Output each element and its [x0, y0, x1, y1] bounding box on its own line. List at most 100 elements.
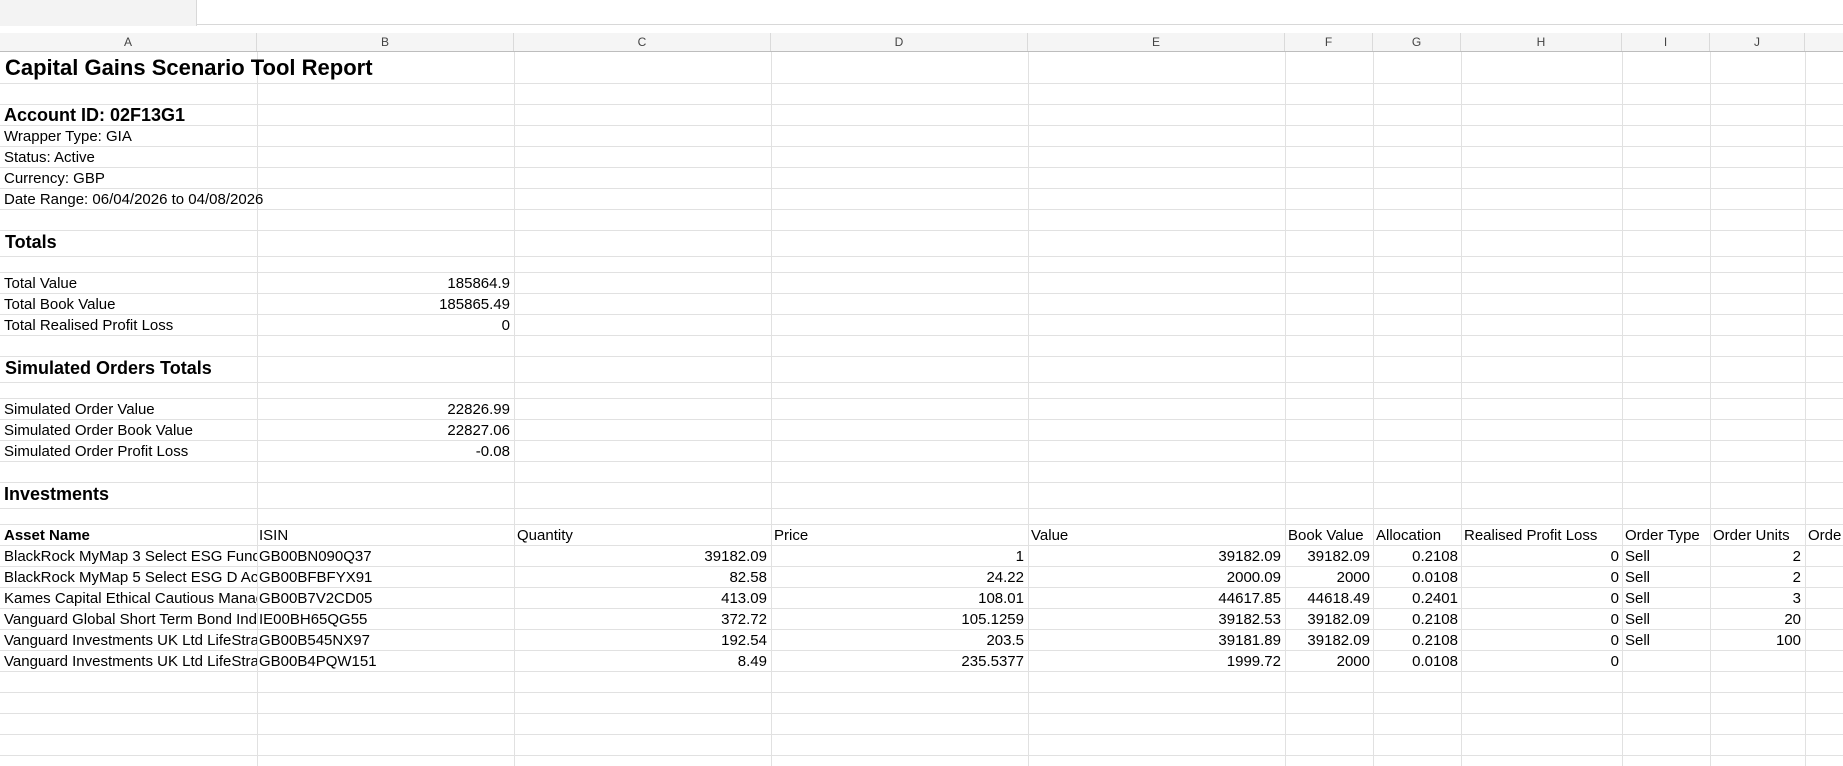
isin: IE00BH65QG55	[259, 611, 368, 628]
account-status: Status: Active	[4, 149, 95, 166]
asset-name: Vanguard Global Short Term Bond Index	[4, 611, 257, 628]
value: 39182.09	[1218, 548, 1281, 565]
asset-name: BlackRock MyMap 3 Select ESG Fund	[4, 548, 257, 565]
allocation: 0.2108	[1412, 632, 1458, 649]
book-value: 2000	[1336, 569, 1370, 586]
formula-bar	[0, 0, 1843, 26]
column-header-f[interactable]: F	[1285, 33, 1373, 51]
totals-heading: Totals	[5, 232, 57, 252]
header-price: Price	[774, 527, 809, 544]
isin: GB00B7V2CD05	[259, 590, 373, 607]
header-order-type: Order Type	[1625, 527, 1700, 544]
sim-order-pl: -0.08	[475, 443, 510, 460]
book-value: 44618.49	[1307, 590, 1370, 607]
order-units: 100	[1775, 632, 1801, 649]
header-value: Value	[1031, 527, 1069, 544]
sim-order-pl-label: Simulated Order Profit Loss	[4, 443, 189, 460]
sim-order-value: 22826.99	[447, 401, 510, 418]
column-header-h[interactable]: H	[1461, 33, 1622, 51]
allocation: 0.0108	[1412, 569, 1458, 586]
realised-pl: 0	[1610, 611, 1619, 628]
order-type: Sell	[1625, 548, 1651, 565]
currency: Currency: GBP	[4, 170, 105, 187]
asset-name: Kames Capital Ethical Cautious Managed	[4, 590, 257, 607]
investments-heading: Investments	[4, 484, 110, 504]
isin: GB00B545NX97	[259, 632, 370, 649]
value: 39182.53	[1218, 611, 1281, 628]
sim-order-book-label: Simulated Order Book Value	[4, 422, 193, 439]
column-header-g[interactable]: G	[1373, 33, 1461, 51]
sheet-grid[interactable]: Capital Gains Scenario Tool Report Accou…	[0, 52, 1843, 766]
allocation: 0.2108	[1412, 611, 1458, 628]
header-isin: ISIN	[259, 527, 289, 544]
column-header-a[interactable]: A	[0, 33, 257, 51]
column-header-j[interactable]: J	[1710, 33, 1805, 51]
sim-order-value-label: Simulated Order Value	[4, 401, 155, 418]
price: 105.1259	[961, 611, 1024, 628]
sim-order-book: 22827.06	[447, 422, 510, 439]
column-header-d[interactable]: D	[771, 33, 1028, 51]
total-value-label: Total Value	[4, 275, 78, 292]
realised-pl: 0	[1610, 548, 1619, 565]
book-value: 39182.09	[1307, 548, 1370, 565]
order-type: Sell	[1625, 632, 1651, 649]
price: 1	[1015, 548, 1024, 565]
order-units: 3	[1792, 590, 1801, 607]
column-header-b[interactable]: B	[257, 33, 514, 51]
name-box[interactable]	[0, 0, 197, 26]
total-realised-label: Total Realised Profit Loss	[4, 317, 174, 334]
account-id: Account ID: 02F13G1	[4, 105, 186, 125]
total-realised: 0	[501, 317, 510, 334]
allocation: 0.2401	[1412, 590, 1458, 607]
asset-name: Vanguard Investments UK Ltd LifeStrategy	[4, 653, 257, 670]
price: 24.22	[986, 569, 1024, 586]
header-asset-name: Asset Name	[4, 527, 90, 544]
order-units: 2	[1792, 569, 1801, 586]
formula-input[interactable]	[196, 0, 1843, 25]
realised-pl: 0	[1610, 653, 1619, 670]
order-units: 2	[1792, 548, 1801, 565]
order-type: Sell	[1625, 611, 1651, 628]
realised-pl: 0	[1610, 632, 1619, 649]
quantity: 372.72	[721, 611, 767, 628]
value: 39181.89	[1218, 632, 1281, 649]
total-book-value: 185865.49	[439, 296, 510, 313]
value: 44617.85	[1218, 590, 1281, 607]
book-value: 2000	[1336, 653, 1370, 670]
header-order-cut: Orde	[1808, 527, 1842, 544]
column-header-row: A B C D E F G H I J	[0, 33, 1843, 52]
allocation: 0.0108	[1412, 653, 1458, 670]
order-units: 20	[1784, 611, 1801, 628]
price: 203.5	[986, 632, 1024, 649]
header-allocation: Allocation	[1376, 527, 1442, 544]
quantity: 192.54	[721, 632, 767, 649]
quantity: 8.49	[737, 653, 767, 670]
header-order-units: Order Units	[1713, 527, 1790, 544]
asset-name: BlackRock MyMap 5 Select ESG D Acc	[4, 569, 257, 586]
allocation: 0.2108	[1412, 548, 1458, 565]
isin: GB00BFBFYX91	[259, 569, 373, 586]
simulated-heading: Simulated Orders Totals	[5, 358, 212, 378]
wrapper-type: Wrapper Type: GIA	[4, 128, 132, 145]
header-quantity: Quantity	[517, 527, 573, 544]
value: 2000.09	[1226, 569, 1281, 586]
price: 108.01	[978, 590, 1024, 607]
column-header-e[interactable]: E	[1028, 33, 1285, 51]
book-value: 39182.09	[1307, 632, 1370, 649]
date-range: Date Range: 06/04/2026 to 04/08/2026	[4, 191, 264, 208]
realised-pl: 0	[1610, 569, 1619, 586]
column-header-i[interactable]: I	[1622, 33, 1710, 51]
quantity: 39182.09	[704, 548, 767, 565]
header-book-value: Book Value	[1288, 527, 1364, 544]
total-value: 185864.9	[447, 275, 510, 292]
column-header-c[interactable]: C	[514, 33, 771, 51]
isin: GB00BN090Q37	[259, 548, 372, 565]
book-value: 39182.09	[1307, 611, 1370, 628]
isin: GB00B4PQW151	[259, 653, 377, 670]
order-type: Sell	[1625, 569, 1651, 586]
header-realised-pl: Realised Profit Loss	[1464, 527, 1598, 544]
price: 235.5377	[961, 653, 1024, 670]
asset-name: Vanguard Investments UK Ltd LifeStrategy	[4, 632, 257, 649]
order-type: Sell	[1625, 590, 1651, 607]
report-title: Capital Gains Scenario Tool Report	[5, 55, 373, 80]
